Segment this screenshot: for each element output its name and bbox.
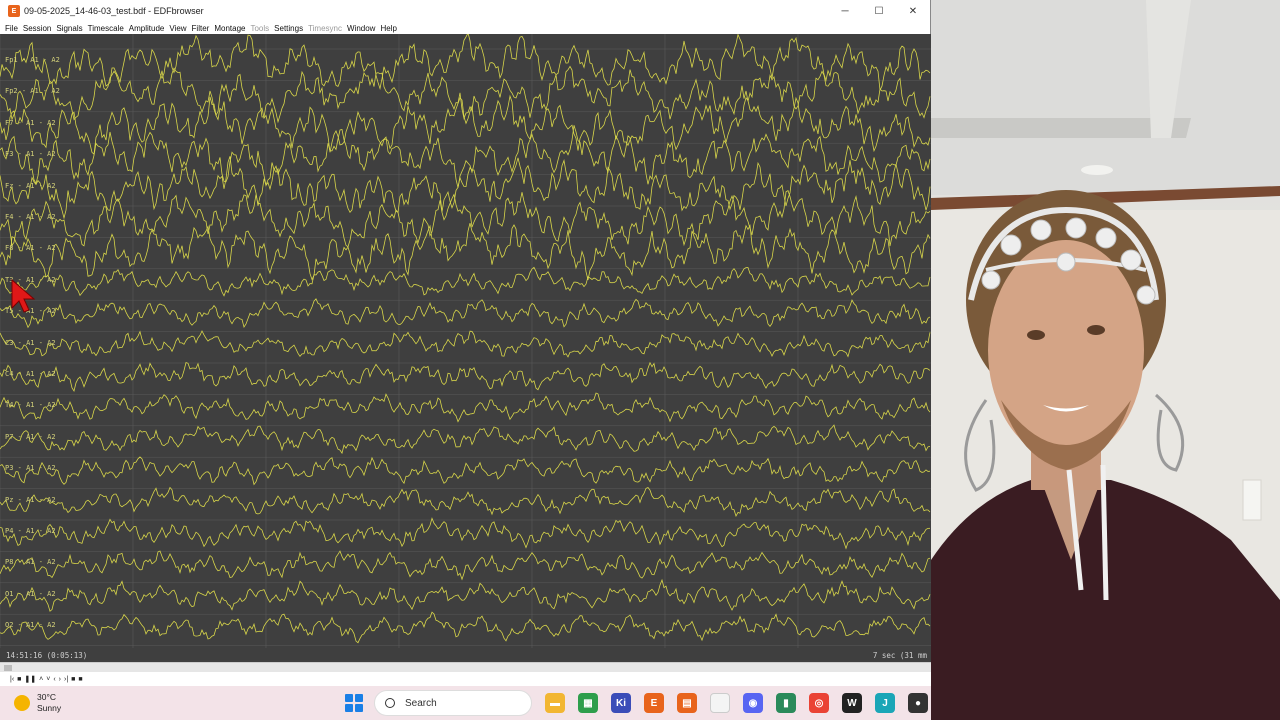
maximize-button[interactable]: ☐ <box>862 0 896 22</box>
eeg-trace-12 <box>0 424 931 455</box>
menu-bar: File Session Signals Timescale Amplitude View… <box>0 22 930 34</box>
playback-controls: |‹ ■ ❚❚ ˄ ˅ ‹ › ›| ■ ■ <box>0 672 931 686</box>
channel-label: P7 - A1 - A2 <box>5 432 56 441</box>
kicad-icon[interactable]: Ki <box>611 693 631 713</box>
discord-icon[interactable]: ◉ <box>743 693 763 713</box>
channel-label: T4 - A1 - A2 <box>5 401 56 410</box>
weather-description: Sunny <box>37 703 62 713</box>
chrome-icon[interactable]: ◎ <box>809 693 829 713</box>
chart-app-icon[interactable]: ▮ <box>776 693 796 713</box>
eeg-trace-15 <box>0 517 931 550</box>
tray-app-icon[interactable]: ● <box>908 693 928 713</box>
eeg-trace-2 <box>0 94 931 156</box>
playback-button-9[interactable]: ■ <box>78 676 82 683</box>
eeg-trace-14 <box>0 486 931 518</box>
taskbar: 30°C Sunny Search ▬ ▦ Ki E ▤ ◉ ▮ ◎ W J ● <box>0 686 931 720</box>
weather-widget[interactable]: 30°C Sunny <box>14 692 314 714</box>
playback-button-2[interactable]: ❚❚ <box>24 675 36 683</box>
start-button-icon[interactable] <box>345 694 363 712</box>
weather-temperature: 30°C <box>37 692 56 702</box>
channel-label: O1 - A1 - A2 <box>5 589 56 598</box>
scrollbar-thumb[interactable] <box>4 665 12 671</box>
channel-label: P8 - A1 - A2 <box>5 558 56 567</box>
wave-app-icon[interactable]: W <box>842 693 862 713</box>
eeg-trace-8 <box>0 298 931 329</box>
playback-button-3[interactable]: ˄ <box>39 676 43 683</box>
eeg-trace-9 <box>0 330 931 358</box>
editor-icon[interactable]: J <box>875 693 895 713</box>
menu-tools[interactable]: Tools <box>250 24 269 33</box>
channel-label: Fp2 - A1 - A2 <box>5 87 60 96</box>
close-button[interactable]: ✕ <box>896 0 930 22</box>
sheets-icon[interactable]: ▦ <box>578 693 598 713</box>
eeg-trace-10 <box>0 361 931 392</box>
menu-help[interactable]: Help <box>380 24 396 33</box>
menu-timesync[interactable]: Timesync <box>308 24 342 33</box>
eeg-trace-16 <box>0 550 931 581</box>
window-title: 09-05-2025_14-46-03_test.bdf - EDFbrowse… <box>24 6 204 16</box>
eeg-trace-13 <box>0 456 931 486</box>
eeg-trace-18 <box>0 611 931 644</box>
eeg-trace-1 <box>0 65 931 124</box>
taskbar-apps: ▬ ▦ Ki E ▤ ◉ ▮ ◎ W J ● <box>532 693 928 713</box>
channel-label: C3 - A1 - A2 <box>5 338 56 347</box>
menu-session[interactable]: Session <box>23 24 51 33</box>
menu-view[interactable]: View <box>169 24 186 33</box>
menu-filter[interactable]: Filter <box>192 24 210 33</box>
channel-label: P4 - A1 - A2 <box>5 527 56 535</box>
sun-icon <box>14 695 30 711</box>
time-position-label: 14:51:16 (0:05:13) <box>6 651 88 660</box>
channel-label: Fz - A1 - A2 <box>5 181 56 190</box>
menu-settings[interactable]: Settings <box>274 24 303 33</box>
eeg-trace-17 <box>0 578 931 612</box>
webcam-person-image <box>931 0 1280 720</box>
taskbar-search-box[interactable]: Search <box>374 690 532 716</box>
menu-amplitude[interactable]: Amplitude <box>129 24 165 33</box>
search-icon <box>385 698 395 708</box>
eeg-trace-7 <box>0 266 931 297</box>
eeg-trace-4 <box>0 156 931 220</box>
channel-label: Pz - A1 - A2 <box>5 495 56 504</box>
file-explorer-icon[interactable]: ▬ <box>545 693 565 713</box>
eeg-traces <box>0 34 931 648</box>
search-label: Search <box>405 697 437 709</box>
playback-button-6[interactable]: › <box>59 676 61 683</box>
office-icon[interactable]: E <box>644 693 664 713</box>
playback-button-7[interactable]: ›| <box>64 676 68 683</box>
playback-button-4[interactable]: ˅ <box>46 676 50 683</box>
channel-label: F4 - A1 - A2 <box>5 213 56 221</box>
eeg-trace-0 <box>0 34 931 92</box>
eeg-trace-11 <box>0 392 931 423</box>
menu-window[interactable]: Window <box>347 24 375 33</box>
menu-timescale[interactable]: Timescale <box>88 24 124 33</box>
playback-button-8[interactable]: ■ <box>71 676 75 683</box>
edfbrowser-window: E 09-05-2025_14-46-03_test.bdf - EDFbrow… <box>0 0 931 686</box>
channel-label: F3 - A1 - A2 <box>5 150 56 159</box>
channel-label: F7 - A1 - A2 <box>5 118 56 127</box>
menu-montage[interactable]: Montage <box>214 24 245 33</box>
eeg-signal-view[interactable]: Fp1 - A1 - A2 Fp2 - A1 - A2 F7 - A1 - A2 F3… <box>0 34 931 662</box>
desktop: E 09-05-2025_14-46-03_test.bdf - EDFbrow… <box>0 0 1280 720</box>
menu-signals[interactable]: Signals <box>56 24 82 33</box>
edfbrowser-app-icon: E <box>8 5 20 17</box>
menu-file[interactable]: File <box>5 24 18 33</box>
channel-label: F8 - A1 - A2 <box>5 244 56 253</box>
horizontal-scrollbar[interactable] <box>0 662 931 672</box>
minimize-button[interactable]: ─ <box>828 0 862 22</box>
playback-button-5[interactable]: ‹ <box>53 676 55 683</box>
timescale-label: 7 sec (31 mm <box>872 651 927 660</box>
playback-button-0[interactable]: |‹ <box>10 676 14 683</box>
channel-label: C4 - A1 - A2 <box>5 370 56 378</box>
webcam-overlay <box>931 0 1280 720</box>
notepad-icon[interactable] <box>710 693 730 713</box>
playback-button-1[interactable]: ■ <box>17 676 21 683</box>
eeg-trace-5 <box>0 190 931 248</box>
edfbrowser-icon[interactable]: ▤ <box>677 693 697 713</box>
channel-label: Fp1 - A1 - A2 <box>5 56 60 64</box>
channel-label: P3 - A1 - A2 <box>5 464 56 473</box>
mouse-cursor-icon <box>11 278 36 313</box>
channel-label: O2 - A1 - A2 <box>5 621 56 630</box>
title-bar[interactable]: E 09-05-2025_14-46-03_test.bdf - EDFbrow… <box>0 0 930 22</box>
